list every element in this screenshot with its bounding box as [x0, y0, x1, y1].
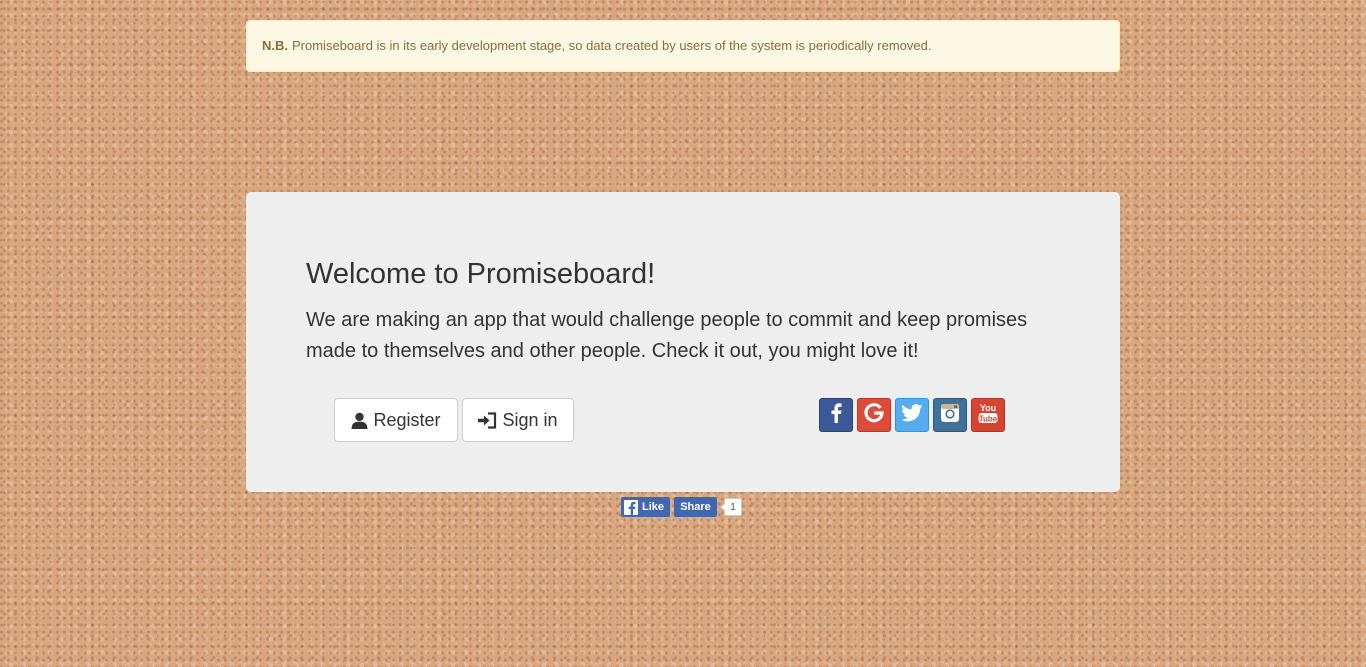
facebook-share-count: 1: [720, 498, 742, 516]
register-label: Register: [373, 409, 441, 430]
facebook-share-label: Share: [680, 501, 711, 513]
instagram-icon: [940, 403, 960, 428]
facebook-f-icon: [624, 499, 638, 515]
notice-text: Promiseboard is in its early development…: [292, 38, 932, 53]
facebook-like-label: Like: [641, 501, 664, 513]
welcome-title: Welcome to Promiseboard!: [306, 258, 656, 290]
social-links: You Tube: [819, 398, 1005, 432]
facebook-button[interactable]: [819, 398, 853, 432]
log-in-icon: [478, 411, 497, 429]
google-button[interactable]: [857, 398, 891, 432]
youtube-icon: You Tube: [977, 401, 999, 430]
facebook-like-button[interactable]: Like: [621, 497, 670, 517]
youtube-button[interactable]: You Tube: [971, 398, 1005, 432]
page-background: { "notice": { "prefix": "N.B.", "text": …: [0, 0, 1366, 667]
facebook-icon: [830, 402, 842, 428]
welcome-panel: Welcome to Promiseboard! We are making a…: [246, 192, 1120, 492]
instagram-button[interactable]: [933, 398, 967, 432]
google-icon: [864, 402, 884, 428]
development-notice: N.B. Promiseboard is in its early develop…: [246, 20, 1120, 72]
user-icon: [351, 412, 368, 429]
facebook-share-button[interactable]: Share: [674, 497, 717, 517]
register-button[interactable]: Register: [334, 398, 458, 442]
sign-in-button[interactable]: Sign in: [462, 398, 574, 442]
facebook-like-share-widget: Like Share 1: [621, 497, 742, 517]
svg-text:Tube: Tube: [979, 414, 998, 423]
welcome-description: We are making an app that would challeng…: [306, 309, 1028, 362]
notice-prefix: N.B.: [262, 38, 288, 53]
twitter-icon: [901, 403, 923, 427]
sign-in-label: Sign in: [502, 409, 558, 430]
svg-text:You: You: [980, 403, 996, 413]
twitter-button[interactable]: [895, 398, 929, 432]
